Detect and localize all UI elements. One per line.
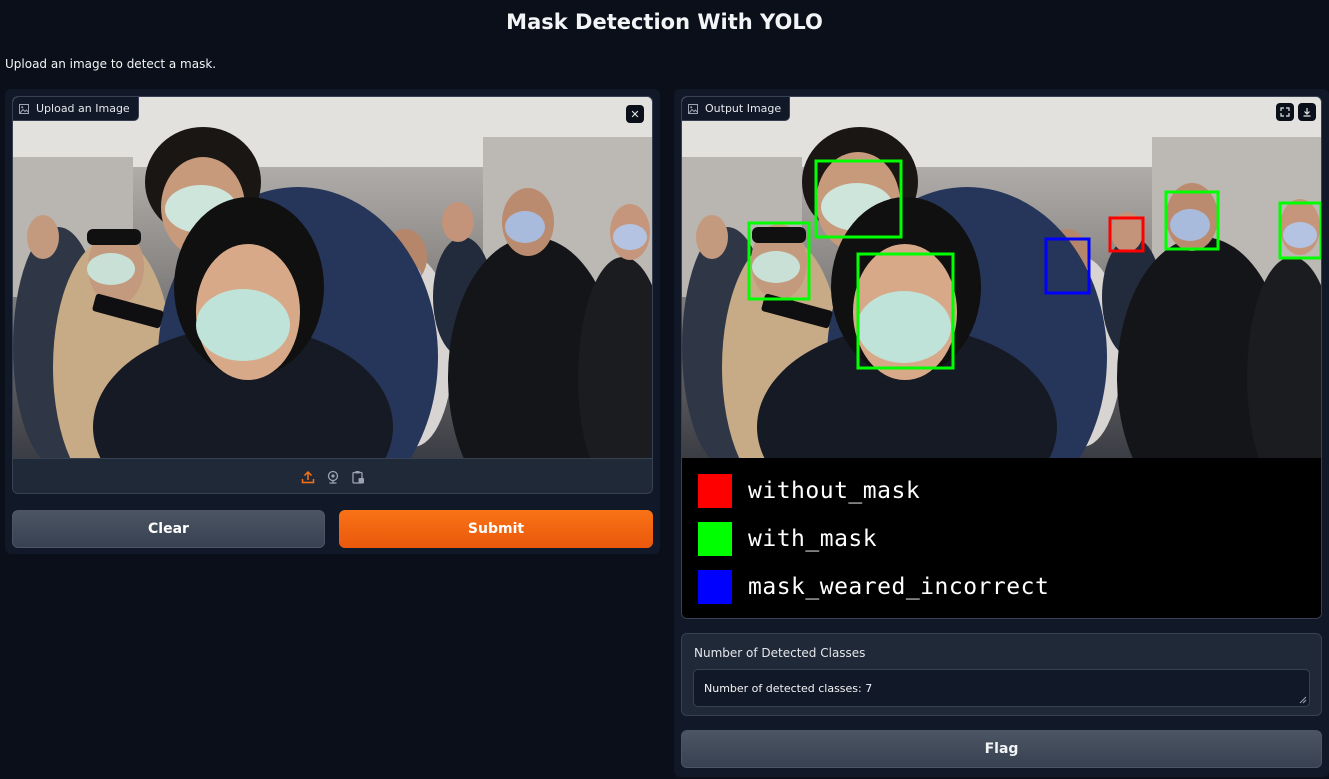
- submit-button[interactable]: Submit: [339, 510, 653, 548]
- fullscreen-icon: [1280, 107, 1290, 117]
- image-source-bar: [13, 458, 652, 493]
- page-title: Mask Detection With YOLO: [506, 10, 823, 34]
- image-upload-label: Upload an Image: [13, 97, 139, 121]
- upload-icon[interactable]: [300, 469, 315, 484]
- legend-swatch: [698, 522, 732, 556]
- resize-handle-icon[interactable]: [1299, 696, 1307, 704]
- image-icon: [19, 103, 29, 114]
- download-icon: [1303, 108, 1311, 117]
- page-description: Upload an image to detect a mask.: [5, 57, 217, 71]
- image-upload-block[interactable]: Upload an Image ✕: [12, 96, 653, 494]
- flag-button[interactable]: Flag: [681, 730, 1322, 768]
- legend-item: mask_weared_incorrect: [698, 570, 1049, 604]
- detected-classes-output[interactable]: Number of detected classes: 7: [693, 669, 1310, 707]
- webcam-icon[interactable]: [325, 469, 340, 484]
- detected-classes-block: Number of Detected Classes Number of det…: [681, 633, 1322, 716]
- download-button[interactable]: [1298, 103, 1316, 121]
- output-image-label-text: Output Image: [705, 102, 782, 115]
- legend-swatch: [698, 474, 732, 508]
- clipboard-icon[interactable]: [350, 469, 365, 484]
- legend-item: without_mask: [698, 474, 920, 508]
- fullscreen-button[interactable]: [1276, 103, 1294, 121]
- legend-swatch: [698, 570, 732, 604]
- output-image-label: Output Image: [682, 97, 791, 121]
- image-icon: [688, 103, 698, 114]
- class-legend: without_mask with_mask mask_weared_incor…: [682, 459, 1321, 618]
- detected-classes-value: Number of detected classes: 7: [704, 682, 873, 695]
- detected-classes-label: Number of Detected Classes: [694, 646, 866, 660]
- close-icon: ✕: [630, 107, 640, 121]
- clear-button[interactable]: Clear: [12, 510, 325, 548]
- legend-item: with_mask: [698, 522, 877, 556]
- legend-label: with_mask: [748, 526, 878, 552]
- clear-image-button[interactable]: ✕: [626, 105, 644, 123]
- output-panel: Output Image without_mask with_mask mask…: [674, 89, 1329, 777]
- output-image-block: Output Image without_mask with_mask mask…: [681, 96, 1322, 619]
- image-upload-label-text: Upload an Image: [36, 102, 130, 115]
- legend-label: without_mask: [748, 478, 921, 504]
- output-image: [682, 97, 1321, 458]
- legend-label: mask_weared_incorrect: [748, 574, 1050, 600]
- input-image: [13, 97, 652, 458]
- input-panel: Upload an Image ✕ Clear Submit: [5, 89, 660, 554]
